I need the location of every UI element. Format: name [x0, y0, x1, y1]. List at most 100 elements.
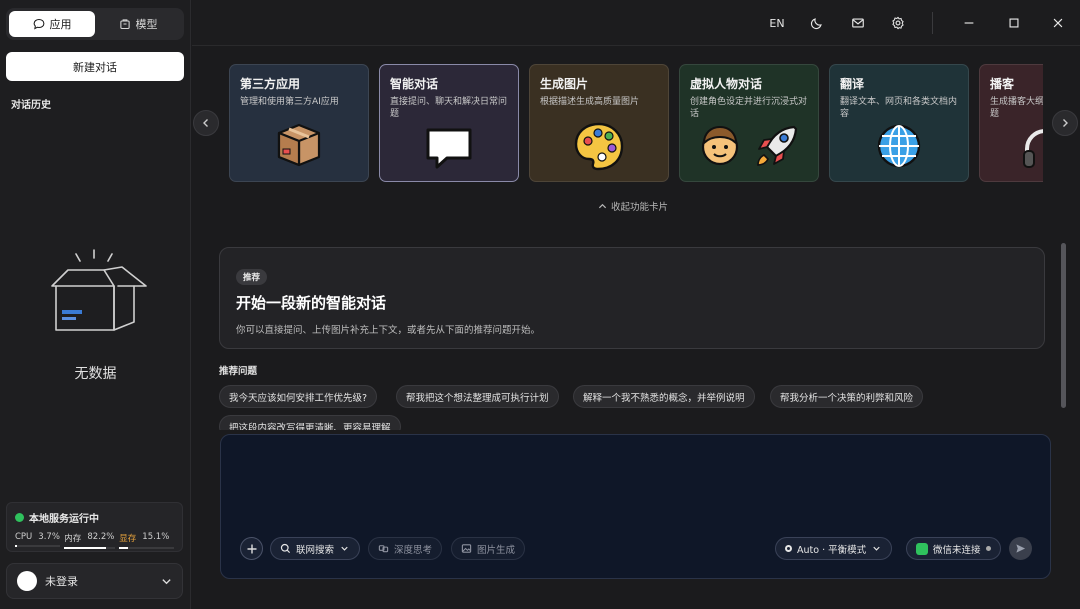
- resource-metrics: CPU 3.7% 内存 82.2% 显存 15.1%: [15, 532, 174, 549]
- vram-metric: 显存 15.1%: [119, 532, 174, 549]
- new-chat-button[interactable]: 新建对话: [6, 52, 184, 81]
- service-status-label: 本地服务运行中: [29, 514, 99, 525]
- tab-models[interactable]: 模型: [95, 11, 181, 37]
- card-podcast[interactable]: 播客 生成播客大纲、脚本和互动问题: [979, 64, 1043, 182]
- chevron-down-icon: [162, 578, 171, 584]
- search-icon: [280, 543, 291, 554]
- suggestion-chip[interactable]: 帮我分析一个决策的利弊和风险: [770, 385, 924, 408]
- memory-value: 82.2%: [87, 532, 115, 542]
- package-icon: [119, 19, 130, 30]
- cpu-bar: [15, 545, 61, 547]
- reasoning-icon: [378, 545, 389, 553]
- cpu-label: CPU: [15, 532, 33, 542]
- chevron-up-icon: [598, 203, 607, 208]
- tab-models-label: 模型: [135, 18, 158, 31]
- hero-title: 开始一段新的智能对话: [236, 294, 387, 312]
- card-icon-wrap: [980, 125, 1043, 171]
- vram-bar-fill: [119, 547, 128, 549]
- service-status-card: 本地服务运行中 CPU 3.7% 内存 82.2% 显存 15.1%: [6, 502, 183, 552]
- speech-bubble-icon: [426, 128, 472, 169]
- recommend-badge: 推荐: [236, 269, 268, 285]
- send-icon: [1016, 544, 1026, 553]
- image-icon: [461, 544, 472, 553]
- wechat-status-button[interactable]: 微信未连接: [906, 537, 1001, 560]
- send-button[interactable]: [1009, 537, 1032, 560]
- card-title: 翻译: [840, 77, 865, 91]
- cards-next-button[interactable]: [1052, 110, 1078, 136]
- card-desc: 根据描述生成高质量图片: [540, 97, 640, 107]
- mail-button[interactable]: [847, 13, 869, 33]
- recommend-chips: 我今天应该如何安排工作优先级? 帮我把这个想法整理成可执行计划 解释一个我不熟悉…: [219, 385, 1049, 430]
- maximize-icon: [1009, 18, 1019, 28]
- suggestion-chip[interactable]: 解释一个我不熟悉的概念，并举例说明: [573, 385, 755, 408]
- deep-think-toggle[interactable]: 深度思考: [368, 537, 443, 560]
- vram-value: 15.1%: [142, 532, 170, 542]
- card-image-gen[interactable]: 生成图片 根据描述生成高质量图片: [529, 64, 669, 182]
- feature-cards: 第三方应用 管理和使用第三方AI应用 智能对话 直接提问、聊天和解决日常问题 生…: [229, 64, 1043, 182]
- cpu-value: 3.7%: [38, 532, 60, 542]
- web-search-toggle[interactable]: 联网搜索: [270, 537, 361, 560]
- mode-select[interactable]: Auto · 平衡模式: [775, 537, 893, 560]
- card-translate[interactable]: 翻译 翻译文本、网页和各类文档内容: [829, 64, 969, 182]
- card-desc: 直接提问、聊天和解决日常问题: [390, 97, 508, 119]
- card-icon-wrap: [680, 121, 818, 171]
- wechat-status-dot-icon: [985, 546, 991, 551]
- hero-subtitle: 你可以直接提问、上传图片补充上下文，或者先从下面的推荐问题开始。: [236, 325, 541, 336]
- plus-icon: [247, 544, 256, 553]
- chevron-right-icon: [1063, 119, 1068, 127]
- empty-text: 无数据: [74, 366, 117, 382]
- card-desc: 创建角色设定并进行沉浸式对话: [690, 97, 808, 119]
- memory-bar: [64, 547, 116, 549]
- card-virtual-character[interactable]: 虚拟人物对话 创建角色设定并进行沉浸式对话: [679, 64, 819, 182]
- close-button[interactable]: [1047, 13, 1069, 33]
- chevron-down-icon: [341, 546, 348, 551]
- login-label: 未登录: [45, 575, 78, 588]
- card-title: 第三方应用: [240, 77, 301, 91]
- mode-label: Auto · 平衡模式: [797, 544, 867, 556]
- cards-prev-button[interactable]: [193, 110, 219, 136]
- tab-apps[interactable]: 应用: [9, 11, 95, 37]
- cpu-bar-fill: [15, 545, 17, 547]
- memory-bar-fill: [64, 547, 107, 549]
- tab-apps-label: 应用: [49, 18, 72, 31]
- card-smart-chat[interactable]: 智能对话 直接提问、聊天和解决日常问题: [379, 64, 519, 182]
- memory-metric: 内存 82.2%: [64, 532, 116, 549]
- image-gen-label: 图片生成: [477, 544, 516, 556]
- recommend-hero: 推荐 开始一段新的智能对话 你可以直接提问、上传图片补充上下文，或者先从下面的推…: [219, 247, 1045, 349]
- suggestion-chip[interactable]: 把这段内容改写得更清晰、更容易理解: [219, 415, 401, 430]
- chevron-down-icon: [873, 546, 880, 551]
- web-search-label: 联网搜索: [296, 544, 335, 556]
- recommend-questions-title: 推荐问题: [219, 366, 258, 377]
- minimize-icon: [964, 22, 974, 24]
- language-toggle[interactable]: EN: [764, 13, 790, 33]
- wechat-status-label: 微信未连接: [933, 544, 981, 556]
- card-title: 虚拟人物对话: [690, 77, 763, 91]
- theme-toggle[interactable]: [806, 13, 828, 33]
- maximize-button[interactable]: [1003, 13, 1025, 33]
- vram-label: 显存: [119, 534, 137, 544]
- main-scrollbar[interactable]: [1061, 243, 1066, 408]
- title-bar-divider: [932, 12, 933, 34]
- suggestion-chip[interactable]: 帮我把这个想法整理成可执行计划: [396, 385, 559, 408]
- headphones-icon: [1023, 129, 1043, 168]
- vram-bar: [119, 547, 174, 549]
- status-dot-icon: [15, 513, 24, 522]
- rocket-icon: [757, 125, 798, 166]
- suggestion-chip[interactable]: 我今天应该如何安排工作优先级?: [219, 385, 378, 408]
- image-gen-toggle[interactable]: 图片生成: [451, 537, 526, 560]
- person-face-icon: [701, 125, 739, 166]
- card-title: 播客: [990, 77, 1015, 91]
- minimize-button[interactable]: [958, 13, 980, 33]
- attach-button[interactable]: [240, 537, 263, 560]
- avatar: [17, 571, 37, 591]
- cpu-metric: CPU 3.7%: [15, 532, 61, 547]
- login-button[interactable]: 未登录: [6, 563, 183, 599]
- close-icon: [1053, 18, 1063, 28]
- card-icon-wrap: [830, 121, 968, 171]
- title-bar: EN: [192, 0, 1080, 46]
- sidebar-tab-switch: 应用 模型: [6, 8, 184, 40]
- settings-button[interactable]: [887, 13, 909, 33]
- collapse-cards-button[interactable]: 收起功能卡片: [598, 199, 668, 213]
- card-third-party-apps[interactable]: 第三方应用 管理和使用第三方AI应用: [229, 64, 369, 182]
- card-desc: 生成播客大纲、脚本和互动问题: [990, 97, 1043, 119]
